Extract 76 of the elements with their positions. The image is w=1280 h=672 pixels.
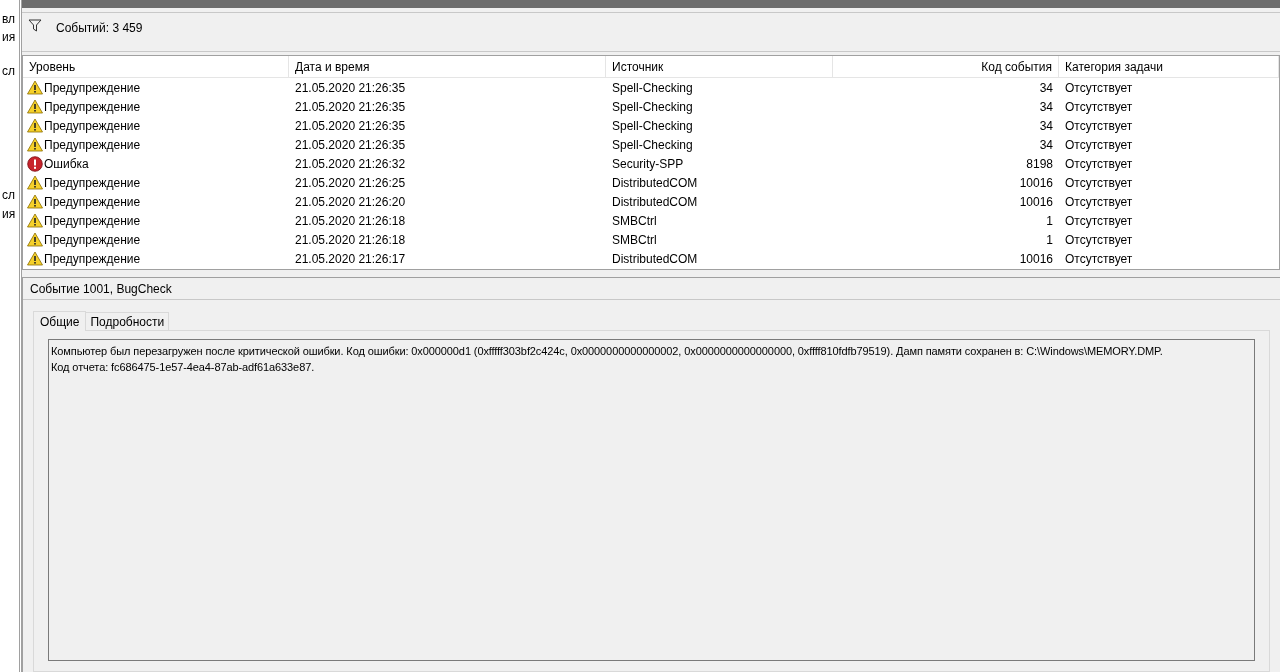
warning-icon <box>27 251 43 266</box>
category-cell-text: Отсутствует <box>1065 193 1133 211</box>
source-cell-text: DistributedCOM <box>612 250 698 268</box>
column-header[interactable]: Источник <box>606 56 833 77</box>
sidebar-label: сл <box>2 187 15 204</box>
sidebar-label: сл <box>2 63 15 80</box>
date-cell-text: 21.05.2020 21:26:18 <box>295 231 406 249</box>
details-title: Событие 1001, BugCheck <box>23 278 1280 300</box>
category-cell-text: Отсутствует <box>1065 79 1133 97</box>
event-description-field[interactable]: Компьютер был перезагружен после критической ошибки. Код ошибки: 0x000000d1 (0xfffff303bf2c424c, 0x0000000000000002, 0x0000000000000000, 0xffff810fdfb79519). Дамп памяти сохранен в: C:\Windows\MEMORY.DMP. Код отчета: fc686475-1e57-4ea4-87ab-adf61a633e87. <box>48 339 1255 661</box>
level-cell-text: Предупреждение <box>44 117 141 135</box>
column-header[interactable]: Категория задачи <box>1059 56 1279 77</box>
filter-icon[interactable] <box>28 19 42 32</box>
event-code-cell-text: 34 <box>1039 98 1053 116</box>
date-cell-text: 21.05.2020 21:26:32 <box>295 155 406 173</box>
warning-icon <box>27 80 43 95</box>
warning-icon <box>27 175 43 190</box>
date-cell-text: 21.05.2020 21:26:35 <box>295 98 406 116</box>
event-code-cell-text: 1 <box>1046 231 1053 249</box>
tab[interactable]: Подробности <box>86 312 170 330</box>
warning-icon <box>27 213 43 228</box>
warning-icon <box>27 194 43 209</box>
level-cell-text: Предупреждение <box>44 98 141 116</box>
level-cell-text: Предупреждение <box>44 231 141 249</box>
source-cell-text: Spell-Checking <box>612 117 693 135</box>
level-cell-text: Предупреждение <box>44 174 141 192</box>
source-cell-text: Spell-Checking <box>612 98 693 116</box>
level-cell-text: Предупреждение <box>44 79 141 97</box>
date-cell-text: 21.05.2020 21:26:20 <box>295 193 406 211</box>
event-code-cell-text: 10016 <box>1019 174 1053 192</box>
date-cell-text: 21.05.2020 21:26:25 <box>295 174 406 192</box>
category-cell-text: Отсутствует <box>1065 155 1133 173</box>
error-icon <box>27 155 43 172</box>
sidebar-label: ия <box>2 29 16 46</box>
category-cell-text: Отсутствует <box>1065 174 1133 192</box>
source-cell-text: Security-SPP <box>612 155 684 173</box>
level-cell-text: Предупреждение <box>44 250 141 268</box>
date-cell-text: 21.05.2020 21:26:18 <box>295 212 406 230</box>
event-code-cell-text: 8198 <box>1026 155 1053 173</box>
event-code-cell-text: 10016 <box>1019 250 1053 268</box>
event-code-cell-text: 34 <box>1039 79 1053 97</box>
source-cell-text: Spell-Checking <box>612 136 693 154</box>
event-code-cell-text: 34 <box>1039 117 1053 135</box>
level-cell-text: Предупреждение <box>44 136 141 154</box>
category-cell-text: Отсутствует <box>1065 250 1133 268</box>
source-cell-text: Spell-Checking <box>612 79 693 97</box>
event-code-cell-text: 1 <box>1046 212 1053 230</box>
date-cell-text: 21.05.2020 21:26:17 <box>295 250 406 268</box>
category-cell-text: Отсутствует <box>1065 231 1133 249</box>
column-header[interactable]: Код события <box>833 56 1059 77</box>
level-cell-text: Ошибка <box>44 155 89 173</box>
category-cell-text: Отсутствует <box>1065 98 1133 116</box>
warning-icon <box>27 99 43 114</box>
category-cell-text: Отсутствует <box>1065 136 1133 154</box>
sidebar-label: ия <box>2 206 16 223</box>
tab[interactable]: Общие <box>33 311 87 331</box>
source-cell-text: DistributedCOM <box>612 174 698 192</box>
event-count: Событий: 3 459 <box>56 20 143 37</box>
warning-icon <box>27 232 43 247</box>
level-cell-text: Предупреждение <box>44 193 141 211</box>
date-cell-text: 21.05.2020 21:26:35 <box>295 136 406 154</box>
category-cell-text: Отсутствует <box>1065 117 1133 135</box>
date-cell-text: 21.05.2020 21:26:35 <box>295 117 406 135</box>
event-code-cell-text: 10016 <box>1019 193 1053 211</box>
warning-icon <box>27 137 43 152</box>
column-header[interactable]: Уровень <box>23 56 289 77</box>
sidebar-label: вл <box>2 11 16 28</box>
column-header[interactable]: Дата и время <box>289 56 606 77</box>
category-cell-text: Отсутствует <box>1065 212 1133 230</box>
event-code-cell-text: 34 <box>1039 136 1053 154</box>
source-cell-text: SMBCtrl <box>612 212 657 230</box>
date-cell-text: 21.05.2020 21:26:35 <box>295 79 406 97</box>
source-cell-text: DistributedCOM <box>612 193 698 211</box>
level-cell-text: Предупреждение <box>44 212 141 230</box>
source-cell-text: SMBCtrl <box>612 231 657 249</box>
warning-icon <box>27 118 43 133</box>
